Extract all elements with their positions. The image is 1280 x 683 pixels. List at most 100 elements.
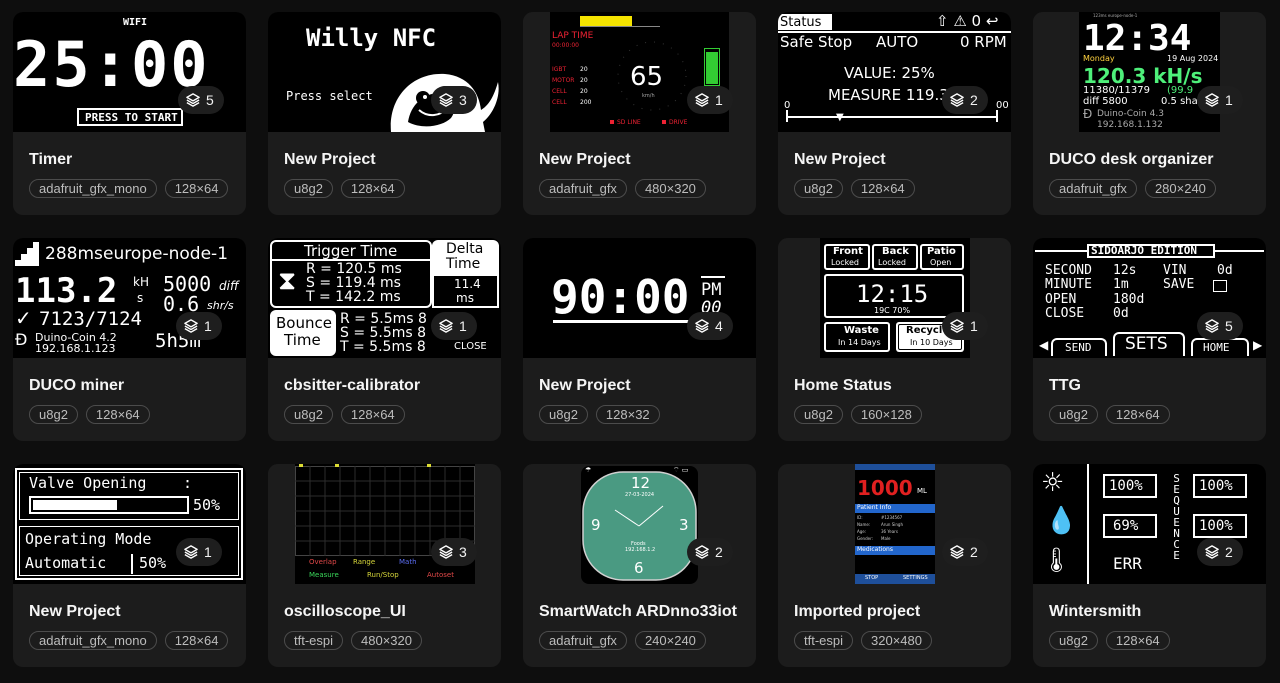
project-card-lap-dashboard[interactable]: LAP TIME 00:00:00 65 km/h IGBT MOTOR CEL… [523, 12, 756, 215]
project-card-safe-stop[interactable]: Status ⇧ ⚠ 0 ↩ Safe Stop AUTO 0 RPM VALU… [778, 12, 1011, 215]
duino-logo-icon: Ð [15, 330, 28, 349]
status-icons: ⇧ ⚠ 0 ↩ [936, 12, 999, 30]
screen-count: 1 [1225, 92, 1233, 108]
resolution-tag: 128×64 [340, 179, 405, 198]
project-card-duco-desk-organizer[interactable]: 123ms europe-node-1 12:34 Monday 19 Aug … [1033, 12, 1266, 215]
check-icon: ✓ [15, 306, 32, 330]
screen-count: 2 [970, 544, 978, 560]
project-preview: Valve Opening : 50% Operating Mode Autom… [13, 464, 246, 584]
library-tag: u8g2 [284, 405, 333, 424]
project-card-cbsitter-calibrator[interactable]: Trigger Time ⧗ R = 120.5 ms S = 119.4 ms… [268, 238, 501, 441]
display-screen: Trigger Time ⧗ R = 120.5 ms S = 119.4 ms… [268, 238, 501, 358]
resolution-tag: 128×64 [850, 179, 915, 198]
project-card-home-status[interactable]: Front Locked Back Locked Patio Open 12:1… [778, 238, 1011, 441]
project-title: Home Status [794, 377, 892, 394]
screen-count-badge: 1 [176, 312, 222, 340]
screen-count: 1 [715, 92, 723, 108]
display-prompt: Press select [286, 89, 373, 103]
wifi-label: WIFI [123, 17, 148, 28]
screen-count: 5 [206, 92, 214, 108]
display-screen: LAP TIME 00:00:00 65 km/h IGBT MOTOR CEL… [550, 12, 729, 132]
project-card-willy-nfc[interactable]: Willy NFC Press select 3 New Project u8g… [268, 12, 501, 215]
library-tag: adafruit_gfx [539, 631, 627, 650]
project-preview: Trigger Time ⧗ R = 120.5 ms S = 119.4 ms… [268, 238, 501, 358]
screen-count-badge: 5 [1197, 312, 1243, 340]
project-preview: SIDOARJO EDITION SECOND 12s MINUTE 1m OP… [1033, 238, 1266, 358]
project-card-valve-opening[interactable]: Valve Opening : 50% Operating Mode Autom… [13, 464, 246, 667]
display-screen: 90:00 PM 00 [523, 238, 756, 358]
countdown-digits: 90:00 [551, 270, 690, 324]
scale-pointer: ▼ [836, 112, 844, 123]
settings-button[interactable]: SETTINGS [903, 576, 928, 581]
hashrate-value: 120.3 kH/s [1083, 64, 1203, 88]
clock-digits: 12:15 [856, 280, 929, 308]
project-preview: ☂ ⌔ ▭ 12 27-03-2024 9 3 Foods 192.168.1.… [523, 464, 756, 584]
project-card-imported-project[interactable]: 1000 ML Patient Info ID: #1234567 Name: … [778, 464, 1011, 667]
project-preview: Status ⇧ ⚠ 0 ↩ Safe Stop AUTO 0 RPM VALU… [778, 12, 1011, 132]
project-card-oscilloscope-ui[interactable]: Overlap Range Math Measure Run/Stop Auto… [268, 464, 501, 667]
screen-count-badge: 1 [942, 312, 988, 340]
range-button[interactable]: Range [353, 559, 375, 566]
math-button[interactable]: Math [399, 559, 417, 566]
screen-count-badge: 4 [687, 312, 733, 340]
screen-count: 3 [459, 544, 467, 560]
layers-icon [439, 93, 453, 107]
value-label: VALUE: 25% [844, 64, 935, 82]
project-card-timer[interactable]: WIFI 25:00 PRESS TO START 5 Timer adafru… [13, 12, 246, 215]
screen-count: 4 [715, 318, 723, 334]
project-card-wintersmith[interactable]: ☼ 💧 🌡 100% 69% ERR SEQUENCE 100% 100% 2 … [1033, 464, 1266, 667]
measure-button[interactable]: Measure [309, 572, 339, 579]
screen-count-badge: 1 [1197, 86, 1243, 114]
project-title: oscilloscope_UI [284, 603, 406, 620]
library-tag: adafruit_gfx [539, 179, 627, 198]
resolution-tag: 128×64 [164, 631, 229, 650]
stop-button[interactable]: STOP [865, 576, 878, 581]
library-tag: tft-espi [794, 631, 854, 650]
layers-icon [950, 93, 964, 107]
arrow-right-icon: ▶ [1253, 338, 1263, 352]
library-tag: u8g2 [794, 405, 843, 424]
project-title: Wintersmith [1049, 603, 1142, 620]
display-screen: WIFI 25:00 PRESS TO START [13, 12, 246, 132]
overlap-button[interactable]: Overlap [309, 559, 337, 566]
umbrella-icon: ☂ [585, 466, 592, 474]
project-preview: Overlap Range Math Measure Run/Stop Auto… [268, 464, 501, 584]
resolution-tag: 480×320 [351, 631, 422, 650]
project-title: New Project [29, 603, 121, 620]
layers-icon [184, 545, 198, 559]
project-title: New Project [794, 151, 886, 168]
run-stop-button[interactable]: Run/Stop [367, 572, 399, 579]
duino-logo-icon: Ð [1083, 107, 1093, 121]
resolution-tag: 128×64 [1105, 405, 1170, 424]
layers-icon [695, 319, 709, 333]
project-card-duco-miner[interactable]: 288ms europe-node-1 113.2 kH s 5000 diff… [13, 238, 246, 441]
library-tag: adafruit_gfx_mono [29, 631, 157, 650]
display-screen: 123ms europe-node-1 12:34 Monday 19 Aug … [1079, 12, 1220, 132]
library-tag: u8g2 [29, 405, 78, 424]
project-card-ttg[interactable]: SIDOARJO EDITION SECOND 12s MINUTE 1m OP… [1033, 238, 1266, 441]
legend-sd-line: SD LINE [617, 119, 641, 126]
layers-icon [439, 545, 453, 559]
signal-bars-icon [15, 242, 39, 266]
library-tag: u8g2 [1049, 405, 1098, 424]
project-preview: Front Locked Back Locked Patio Open 12:1… [778, 238, 1011, 358]
volume-value: 1000 [857, 476, 913, 500]
layers-icon [184, 319, 198, 333]
project-title: Imported project [794, 603, 921, 620]
hourglass-icon: ⧗ [278, 266, 297, 296]
layers-icon [1205, 93, 1219, 107]
valve-progress-fill [33, 500, 117, 510]
autoset-button[interactable]: Autoset [427, 572, 454, 579]
screen-count-badge: 3 [431, 86, 477, 114]
project-card-smartwatch[interactable]: ☂ ⌔ ▭ 12 27-03-2024 9 3 Foods 192.168.1.… [523, 464, 756, 667]
resolution-tag: 128×64 [164, 179, 229, 198]
screen-count: 1 [459, 318, 467, 334]
project-card-countdown[interactable]: 90:00 PM 00 4 New Project u8g2 128×32 [523, 238, 756, 441]
screen-count: 1 [204, 544, 212, 560]
display-screen: 288ms europe-node-1 113.2 kH s 5000 diff… [13, 238, 246, 358]
clock-digits: 12:34 [1083, 18, 1192, 59]
status-icons: ⌔ ▭ [673, 466, 689, 474]
layers-icon [950, 319, 964, 333]
project-preview: Willy NFC Press select [268, 12, 501, 132]
arrow-left-icon: ◀ [1039, 338, 1049, 352]
